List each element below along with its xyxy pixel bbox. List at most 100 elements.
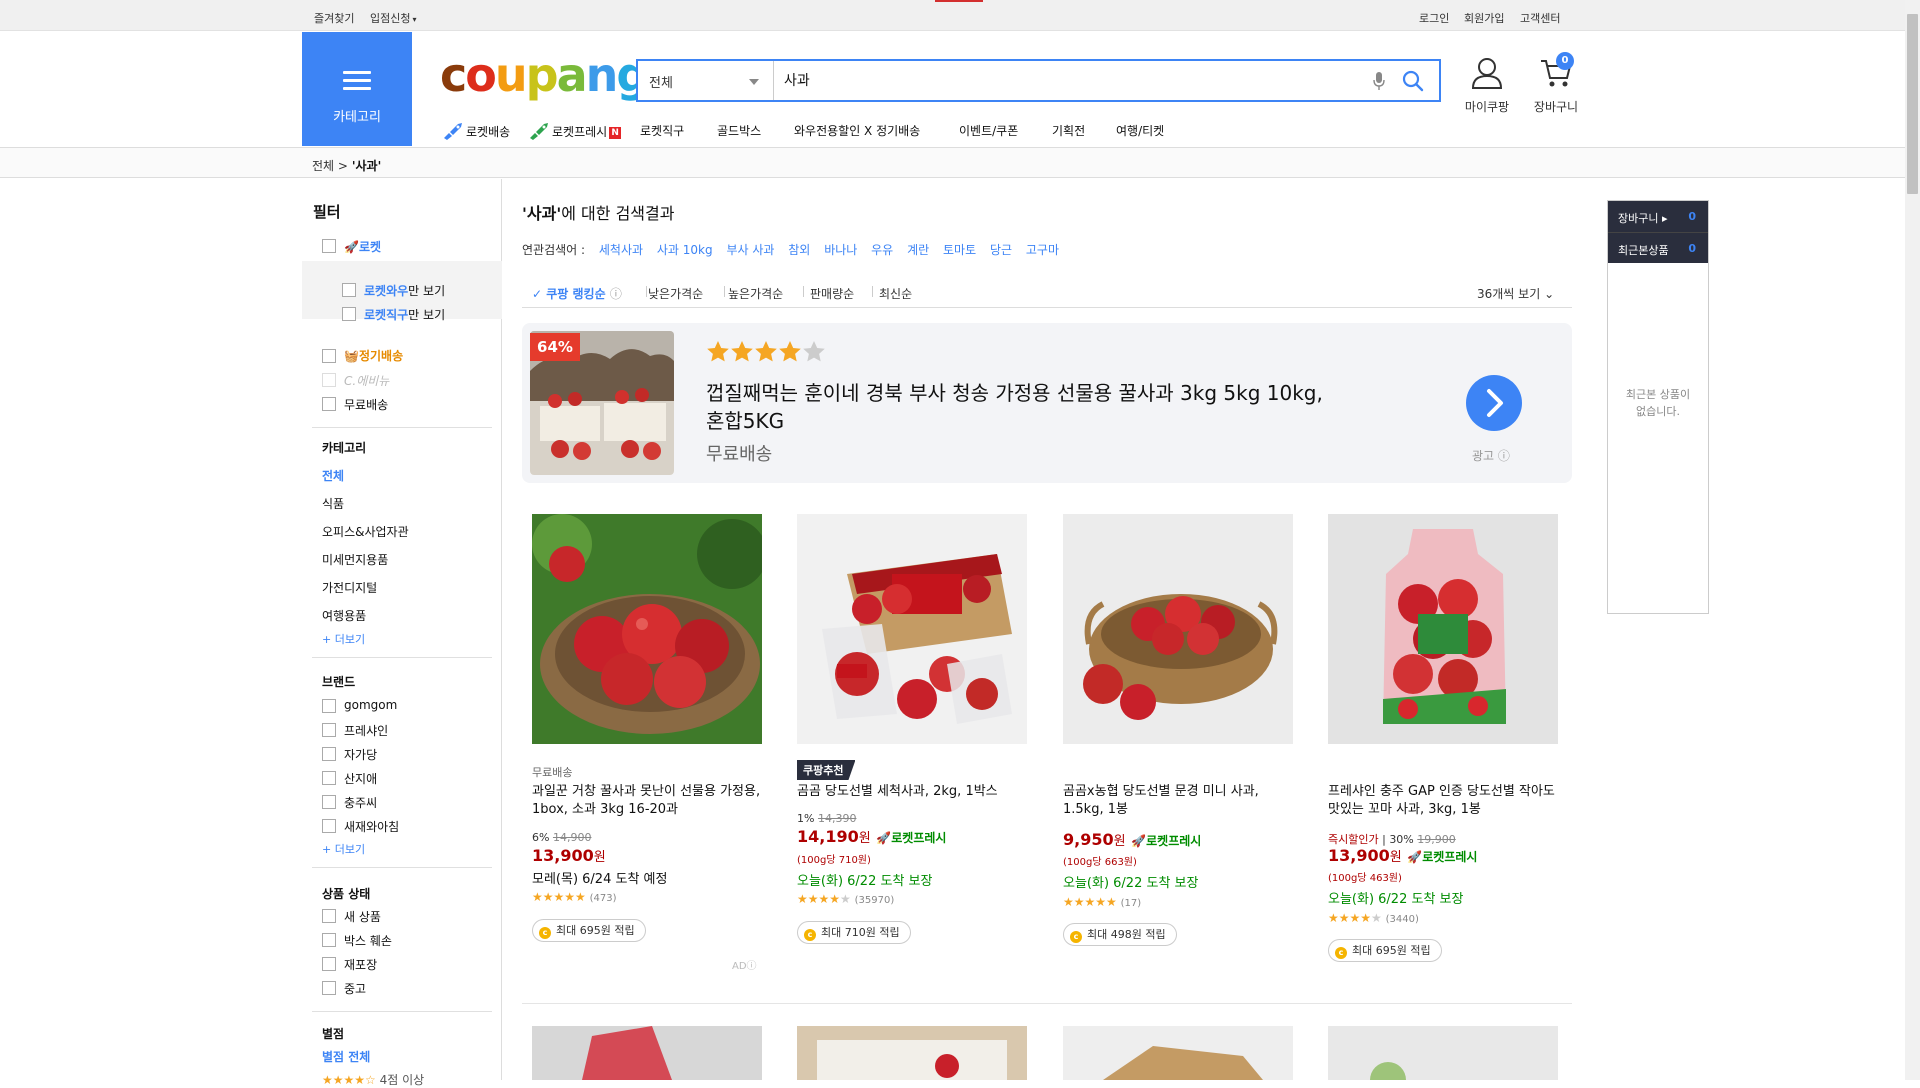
brand-checkbox[interactable] bbox=[322, 747, 336, 761]
brand-checkbox[interactable] bbox=[322, 771, 336, 785]
related-keyword[interactable]: 부사 사과 bbox=[726, 243, 774, 257]
panel-recent-link[interactable]: 최근본상품 0 bbox=[1608, 232, 1708, 263]
category-menu-button[interactable]: 카테고리 bbox=[302, 32, 412, 146]
bookmark-link[interactable]: 즐겨찾기 bbox=[314, 10, 354, 26]
regular-delivery-text: 정기배송 bbox=[358, 349, 404, 363]
view-count-select[interactable]: 36개씩 보기 ⌄ bbox=[1477, 285, 1554, 302]
related-keyword[interactable]: 계란 bbox=[907, 243, 929, 257]
product-image[interactable] bbox=[797, 514, 1027, 744]
related-keyword[interactable]: 사과 10kg bbox=[657, 243, 713, 257]
category-filter-food[interactable]: 식품 bbox=[322, 495, 344, 512]
related-keyword[interactable]: 고구마 bbox=[1026, 243, 1059, 257]
login-link[interactable]: 로그인 bbox=[1419, 10, 1449, 26]
product-card[interactable]: 쿠팡추천 곰곰 당도선별 세척사과, 2kg, 1박스 1% 14,390 14… bbox=[797, 514, 1032, 974]
customer-center-link[interactable]: 고객센터 bbox=[1520, 10, 1560, 26]
mycoupang-button[interactable]: 마이쿠팡 bbox=[1462, 56, 1512, 115]
info-icon: ⓘ bbox=[1497, 449, 1510, 463]
breadcrumb-root[interactable]: 전체 bbox=[312, 159, 334, 173]
product-name[interactable]: 과일꾼 거창 꿀사과 못난이 선물용 가정용, 1box, 소과 3kg 16-… bbox=[532, 783, 762, 819]
brand-checkbox[interactable] bbox=[322, 819, 336, 833]
review-count: (3440) bbox=[1385, 914, 1419, 925]
cart-count-badge: 0 bbox=[1556, 52, 1574, 70]
nav-goldbox[interactable]: 골드박스 bbox=[717, 122, 761, 139]
coupang-logo[interactable]: coupang bbox=[440, 50, 649, 100]
price-unit: 원 bbox=[858, 831, 871, 846]
panel-cart-link[interactable]: 장바구니 ▸ 0 bbox=[1608, 201, 1708, 232]
product-image[interactable] bbox=[1328, 1026, 1558, 1080]
rating-filter-title: 별점 bbox=[322, 1027, 345, 1041]
nav-rocket-delivery[interactable]: 로켓배송 bbox=[442, 122, 510, 143]
related-keyword[interactable]: 바나나 bbox=[824, 243, 857, 257]
sort-sales[interactable]: 판매량순 bbox=[810, 285, 854, 302]
scrollbar-thumb[interactable] bbox=[1907, 14, 1918, 194]
category-more-link[interactable]: + 더보기 bbox=[322, 631, 365, 647]
product-card[interactable]: 무료배송 과일꾼 거창 꿀사과 못난이 선물용 가정용, 1box, 소과 3k… bbox=[532, 514, 767, 974]
condition-checkbox[interactable] bbox=[322, 981, 336, 995]
search-icon[interactable] bbox=[1400, 68, 1426, 94]
star-rating-icon: ★★★★★ bbox=[1328, 911, 1382, 925]
search-input[interactable] bbox=[784, 69, 1324, 91]
rocket-fresh-icon: 🚀 bbox=[1407, 850, 1423, 864]
related-label: 연관검색어 : bbox=[522, 243, 586, 257]
free-shipping-checkbox[interactable] bbox=[322, 397, 336, 411]
nav-events-coupons[interactable]: 이벤트/쿠폰 bbox=[959, 122, 1018, 139]
category-filter-electronics[interactable]: 가전디지털 bbox=[322, 579, 377, 596]
product-discount: 즉시할인가 | 30% 19,900 bbox=[1328, 833, 1456, 846]
rocket-jikgu-checkbox[interactable] bbox=[342, 307, 356, 321]
rocket-checkbox[interactable] bbox=[322, 239, 336, 253]
regular-delivery-checkbox[interactable] bbox=[322, 349, 336, 363]
sponsored-ad-banner[interactable]: 64% 껍질째먹는 훈이네 경북 부사 청송 가정용 선물용 꿀사과 3kg 5… bbox=[522, 323, 1572, 483]
product-card[interactable]: 곰곰x농협 당도선별 문경 미니 사과, 1.5kg, 1봉 9,950원 🚀로… bbox=[1063, 514, 1298, 974]
product-image[interactable] bbox=[1063, 1026, 1293, 1080]
sort-ranking[interactable]: ✓ 쿠팡 랭킹순 ⓘ bbox=[532, 285, 622, 302]
nav-promotions[interactable]: 기획전 bbox=[1052, 122, 1085, 139]
product-card[interactable]: 프레샤인 충주 GAP 인증 당도선별 작아도 맛있는 꼬마 사과, 3kg, … bbox=[1328, 514, 1563, 974]
product-name[interactable]: 곰곰x농협 당도선별 문경 미니 사과, 1.5kg, 1봉 bbox=[1063, 783, 1293, 819]
product-image[interactable] bbox=[532, 514, 762, 744]
panel-recent-label: 최근본상품 bbox=[1618, 244, 1669, 257]
brand-label: 충주씨 bbox=[344, 796, 378, 810]
sort-high-price[interactable]: 높은가격순 bbox=[728, 285, 783, 302]
condition-checkbox[interactable] bbox=[322, 933, 336, 947]
product-image[interactable] bbox=[1063, 514, 1293, 744]
condition-checkbox[interactable] bbox=[322, 957, 336, 971]
search-category-select[interactable]: 전체 bbox=[638, 61, 774, 100]
breadcrumb-current: '사과' bbox=[351, 159, 382, 173]
category-filter-dust[interactable]: 미세먼지용품 bbox=[322, 551, 388, 568]
sort-low-price[interactable]: 낮은가격순 bbox=[648, 285, 703, 302]
rocket-jikgu-label: 로켓직구만 보기 bbox=[364, 306, 445, 323]
related-keyword[interactable]: 참외 bbox=[788, 243, 810, 257]
product-name[interactable]: 프레샤인 충주 GAP 인증 당도선별 작아도 맛있는 꼬마 사과, 3kg, … bbox=[1328, 783, 1558, 819]
product-name[interactable]: 곰곰 당도선별 세척사과, 2kg, 1박스 bbox=[797, 783, 1027, 801]
condition-checkbox[interactable] bbox=[322, 909, 336, 923]
nav-rocket-fresh[interactable]: 로켓프레시 N bbox=[528, 122, 622, 143]
brand-checkbox[interactable] bbox=[322, 795, 336, 809]
related-keyword[interactable]: 세척사과 bbox=[599, 243, 643, 257]
related-keyword[interactable]: 우유 bbox=[871, 243, 893, 257]
category-filter-office[interactable]: 오피스&사업자관 bbox=[322, 523, 409, 540]
nav-travel-tickets[interactable]: 여행/티켓 bbox=[1116, 122, 1164, 139]
c-avenue-checkbox[interactable] bbox=[322, 373, 336, 387]
ad-next-button[interactable] bbox=[1466, 375, 1522, 431]
related-keyword[interactable]: 토마토 bbox=[943, 243, 976, 257]
product-image[interactable] bbox=[1328, 514, 1558, 744]
unit-price: (100g당 463원) bbox=[1328, 873, 1402, 884]
related-keyword[interactable]: 당근 bbox=[990, 243, 1012, 257]
seller-apply-link[interactable]: 입점신청 ▾ bbox=[370, 10, 417, 26]
category-filter-travel[interactable]: 여행용품 bbox=[322, 607, 366, 624]
brand-checkbox[interactable] bbox=[322, 723, 336, 737]
cart-label: 장바구니 bbox=[1533, 100, 1579, 114]
product-image[interactable] bbox=[532, 1026, 762, 1080]
nav-wow-discount[interactable]: 와우전용할인 X 정기배송 bbox=[794, 122, 920, 139]
nav-rocket-jikgu[interactable]: 로켓직구 bbox=[640, 122, 684, 139]
rating-filter-all[interactable]: 별점 전체 bbox=[322, 1048, 370, 1065]
brand-checkbox[interactable] bbox=[322, 699, 336, 713]
brand-more-link[interactable]: + 더보기 bbox=[322, 841, 365, 857]
sort-newest[interactable]: 최신순 bbox=[879, 285, 912, 302]
microphone-icon[interactable] bbox=[1371, 69, 1387, 93]
signup-link[interactable]: 회원가입 bbox=[1464, 10, 1504, 26]
category-filter-all[interactable]: 전체 bbox=[322, 467, 344, 484]
cart-button[interactable]: 장바구니 bbox=[1530, 58, 1582, 115]
rocket-wow-checkbox[interactable] bbox=[342, 283, 356, 297]
product-image[interactable] bbox=[797, 1026, 1027, 1080]
